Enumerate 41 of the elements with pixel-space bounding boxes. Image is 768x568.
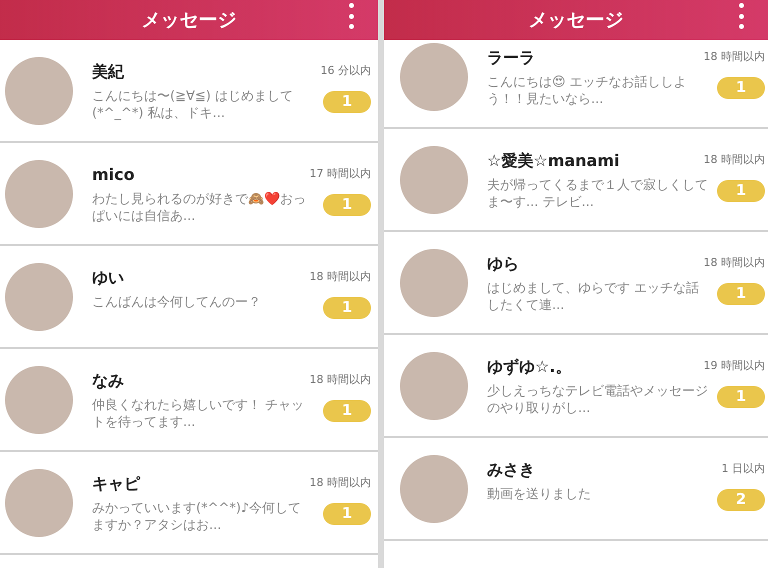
message-preview: みかっていいます(*^^*)♪今何してますか？アタシはお... <box>92 500 302 534</box>
message-time: 16 分以内 <box>320 63 371 80</box>
contact-name: ゆら <box>487 252 519 274</box>
message-time: 18 時間以内 <box>704 49 765 66</box>
message-preview: 仲良くなれたら嬉しいです！ チャットを待ってます... <box>92 396 306 430</box>
message-time: 19 時間以内 <box>704 358 765 374</box>
message-time: 18 時間以内 <box>704 255 765 272</box>
message-time: 18 時間以内 <box>310 475 371 492</box>
message-preview: 動画を送りました <box>487 486 592 504</box>
contact-name: キャピ <box>92 472 140 494</box>
contact-name: ゆい <box>92 266 124 288</box>
contact-name: 美紀 <box>92 60 124 82</box>
message-preview: はじめまして、ゆらです エッチな話したくて連... <box>487 280 700 314</box>
unread-count-badge: 1 <box>323 502 371 524</box>
contact-name: mico <box>92 164 135 186</box>
unread-count-badge: 1 <box>717 386 765 408</box>
contact-name: ゆずゆ☆.。 <box>487 356 572 378</box>
contact-name: なみ <box>92 370 124 392</box>
message-preview: 夫が帰ってくるまで１人で寂しくしてま〜す... テレビ... <box>487 176 709 210</box>
unread-count-badge: 1 <box>323 90 371 112</box>
message-time: 17 時間以内 <box>310 166 371 182</box>
message-time: 18 時間以内 <box>704 152 765 168</box>
message-time: 18 時間以内 <box>310 269 371 286</box>
unread-count-badge: 1 <box>323 400 371 422</box>
contact-name: ☆愛美☆manami <box>487 150 620 172</box>
message-preview: こんにちは〜(≧∀≦) はじめまして(*^_^*) 私は、ドキ... <box>92 88 294 122</box>
screen-title: メッセージ <box>142 8 236 33</box>
unread-count-badge: 1 <box>717 76 765 98</box>
contact-name: ラーラ <box>487 46 535 68</box>
message-time: 18 時間以内 <box>310 372 371 388</box>
message-preview: こんにちは😍 エッチなお話ししよう！！見たいなら... <box>487 74 688 108</box>
unread-count-badge: 1 <box>323 296 371 318</box>
message-preview: わたし見られるのが好きで🙈❤おっぱいには自信あ... <box>92 190 307 224</box>
message-preview: 少しえっちなテレビ電話やメッセージのやり取りがし... <box>487 382 709 416</box>
unread-count-badge: 1 <box>323 194 371 216</box>
contact-name: みさき <box>487 458 535 480</box>
unread-count-badge: 2 <box>717 488 765 510</box>
unread-count-badge: 1 <box>717 180 765 202</box>
message-preview: こんばんは今何してんのー？ <box>92 294 262 312</box>
unread-count-badge: 1 <box>717 282 765 304</box>
message-time: 1 日以内 <box>722 461 765 478</box>
